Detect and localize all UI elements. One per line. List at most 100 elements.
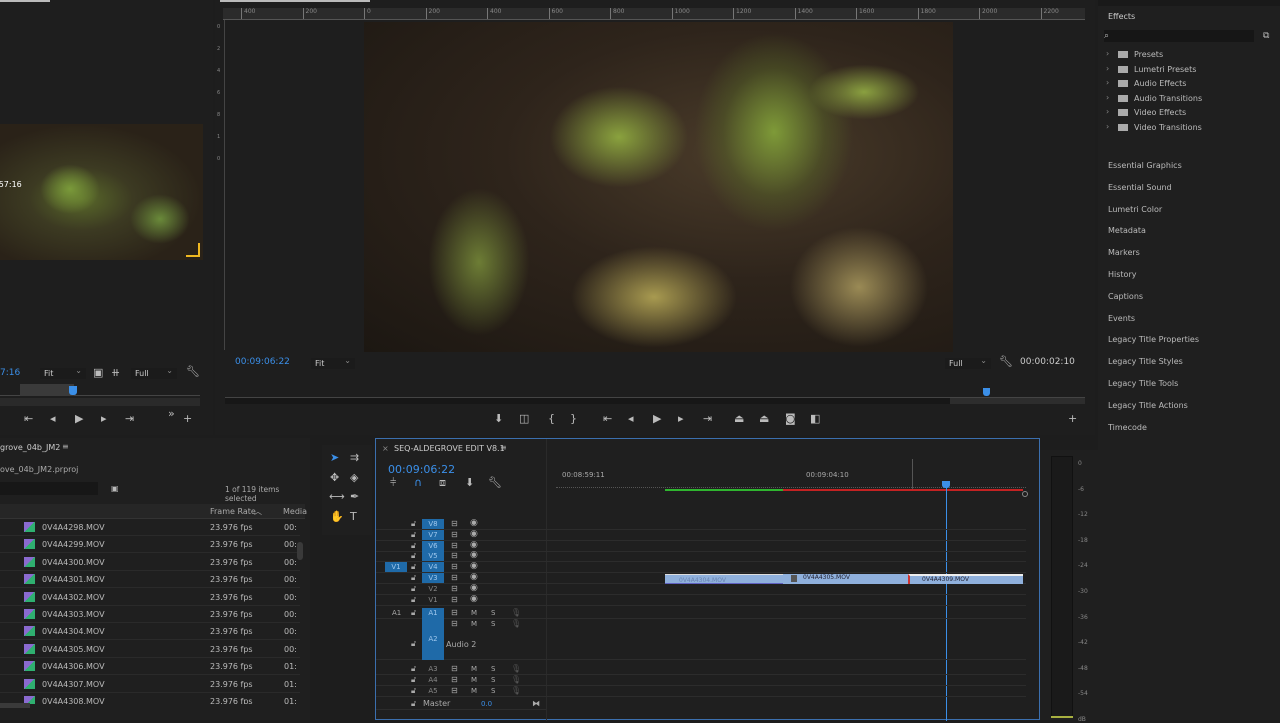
step-back-icon[interactable]: ◂: [50, 413, 56, 425]
mark-out-icon[interactable]: }: [570, 413, 577, 425]
audio-waveform-icon[interactable]: ⧺: [111, 367, 120, 379]
list-item[interactable]: 0V4A4298.MOV 23.976 fps 00:: [0, 519, 300, 536]
lock-icon[interactable]: 🔓︎: [411, 551, 416, 561]
lock-icon[interactable]: 🔓︎: [411, 608, 416, 618]
program-resolution-dropdown[interactable]: Full: [945, 356, 991, 369]
eye-icon[interactable]: ◉: [470, 540, 478, 550]
step-back-icon[interactable]: ◂: [628, 413, 634, 425]
master-volume[interactable]: 0.0: [481, 700, 492, 708]
list-item[interactable]: 0V4A4307.MOV 23.976 fps 01:: [0, 676, 300, 693]
eye-icon[interactable]: ◉: [470, 572, 478, 582]
go-to-in-icon[interactable]: ⇤: [24, 413, 33, 425]
ripple-edit-tool-icon[interactable]: ✥: [330, 472, 339, 484]
microphone-icon[interactable]: 🎙︎: [511, 675, 521, 684]
panel-tab[interactable]: Essential Sound: [1108, 183, 1172, 192]
sort-ascending-icon[interactable]: ︿: [254, 506, 262, 517]
panel-tab[interactable]: Captions: [1108, 292, 1143, 301]
sync-lock-icon[interactable]: ⊟: [451, 541, 458, 550]
play-icon[interactable]: ▶: [75, 413, 83, 425]
column-media[interactable]: Media: [283, 507, 307, 516]
track-select-tool-icon[interactable]: ⇉: [350, 452, 359, 464]
eye-icon[interactable]: ◉: [470, 529, 478, 539]
lock-icon[interactable]: 🔓︎: [411, 639, 416, 649]
extract-icon[interactable]: ⏏: [759, 413, 769, 425]
track-target-V2[interactable]: V2: [422, 584, 444, 594]
microphone-icon[interactable]: 🎙︎: [511, 619, 521, 628]
panel-tab[interactable]: Events: [1108, 314, 1135, 323]
zoom-scrollbar[interactable]: [225, 398, 1085, 404]
wrench-icon[interactable]: 🔧︎: [186, 366, 200, 378]
lock-icon[interactable]: 🔓︎: [411, 595, 416, 605]
lock-icon[interactable]: 🔓︎: [411, 584, 416, 594]
clip[interactable]: 0V4A4304.MOV: [665, 574, 783, 584]
go-to-end-icon[interactable]: ⧓: [532, 699, 540, 708]
pen-tool-icon[interactable]: ✒: [350, 491, 359, 503]
mute-button[interactable]: M: [471, 609, 477, 617]
solo-button[interactable]: S: [491, 676, 495, 684]
sync-lock-icon[interactable]: ⊟: [451, 664, 458, 673]
track-target-V8[interactable]: V8: [422, 519, 444, 529]
panel-tab[interactable]: Metadata: [1108, 226, 1146, 235]
camera-icon[interactable]: ◙: [785, 413, 796, 425]
eye-icon[interactable]: ◉: [470, 583, 478, 593]
project-search-input[interactable]: [0, 482, 98, 495]
mark-in-icon[interactable]: {: [548, 413, 555, 425]
microphone-icon[interactable]: 🎙︎: [511, 608, 521, 617]
sync-lock-icon[interactable]: ⊟: [451, 551, 458, 560]
clip[interactable]: 0V4A4305.MOV: [783, 574, 908, 584]
go-to-out-icon[interactable]: ⇥: [703, 413, 712, 425]
track-target-V3[interactable]: V3: [422, 573, 444, 583]
effects-folder[interactable]: › Video Transitions: [1106, 122, 1276, 134]
add-marker-icon[interactable]: ⬇: [494, 413, 503, 425]
bin-search-icon[interactable]: ▣: [111, 483, 119, 495]
type-tool-icon[interactable]: T: [350, 511, 357, 523]
source-scrubber[interactable]: [0, 384, 200, 396]
program-zoom-dropdown[interactable]: Fit: [311, 356, 355, 369]
column-frame-rate[interactable]: Frame Rate: [210, 507, 256, 516]
track-target-V6[interactable]: V6: [422, 540, 444, 551]
track-target-V1[interactable]: V1: [422, 595, 444, 605]
sync-lock-icon[interactable]: ⊟: [451, 619, 458, 628]
panel-scroll[interactable]: [0, 0, 50, 2]
timeline-timecode[interactable]: 00:09:06:22: [388, 463, 455, 476]
mute-button[interactable]: M: [471, 620, 477, 628]
track-target-V5[interactable]: V5: [422, 551, 444, 562]
sync-lock-icon[interactable]: ⊟: [451, 595, 458, 604]
mute-button[interactable]: M: [471, 687, 477, 695]
comparison-view-icon[interactable]: ◧: [810, 413, 820, 425]
audio-track[interactable]: 🔓︎ A2 ⊟ M S 🎙︎ Audio 2: [376, 619, 1026, 660]
hand-tool-icon[interactable]: ✋: [330, 511, 344, 523]
mute-button[interactable]: M: [471, 676, 477, 684]
audio-track[interactable]: 🔓︎ A4 ⊟ M S 🎙︎: [376, 675, 1026, 686]
sync-lock-icon[interactable]: ⊟: [451, 530, 458, 539]
playhead[interactable]: [942, 481, 950, 488]
panel-tab[interactable]: Legacy Title Properties: [1108, 335, 1199, 344]
clip[interactable]: 0V4A4309.MOV: [908, 574, 1023, 584]
eye-icon[interactable]: ◉: [470, 594, 478, 604]
audio-track[interactable]: 🔓︎ A3 ⊟ M S 🎙︎: [376, 664, 1026, 675]
program-scrubber[interactable]: [225, 386, 1085, 398]
wrench-icon[interactable]: 🔧︎: [999, 356, 1013, 368]
effects-search[interactable]: ⌕: [1104, 30, 1254, 42]
sync-lock-icon[interactable]: ⊟: [451, 686, 458, 695]
nest-icon[interactable]: ⫩: [390, 477, 396, 489]
source-patch-v1[interactable]: V1: [385, 562, 407, 573]
lock-icon[interactable]: 🔓︎: [411, 541, 416, 551]
step-forward-icon[interactable]: ▸: [101, 413, 107, 425]
audio-track[interactable]: A1 🔓︎ A1 ⊟ M S 🎙︎: [376, 608, 1026, 619]
panel-tab[interactable]: Lumetri Color: [1108, 205, 1162, 214]
sync-lock-icon[interactable]: ⊟: [451, 608, 458, 617]
solo-button[interactable]: S: [491, 620, 495, 628]
panel-tab[interactable]: Essential Graphics: [1108, 161, 1182, 170]
sync-lock-icon[interactable]: ⊟: [451, 675, 458, 684]
timeline-vscroll[interactable]: [1022, 491, 1028, 497]
effects-folder[interactable]: › Lumetri Presets: [1106, 64, 1276, 76]
solo-button[interactable]: S: [491, 609, 495, 617]
new-bin-icon[interactable]: ⧉: [1263, 30, 1269, 42]
microphone-icon[interactable]: 🎙︎: [511, 664, 521, 673]
effects-folder[interactable]: › Audio Effects: [1106, 78, 1276, 90]
panel-tab[interactable]: Markers: [1108, 248, 1140, 257]
source-patch-a1[interactable]: A1: [392, 609, 401, 617]
track-target-V7[interactable]: V7: [422, 529, 444, 540]
audio-track[interactable]: 🔓︎ A5 ⊟ M S 🎙︎: [376, 686, 1026, 697]
